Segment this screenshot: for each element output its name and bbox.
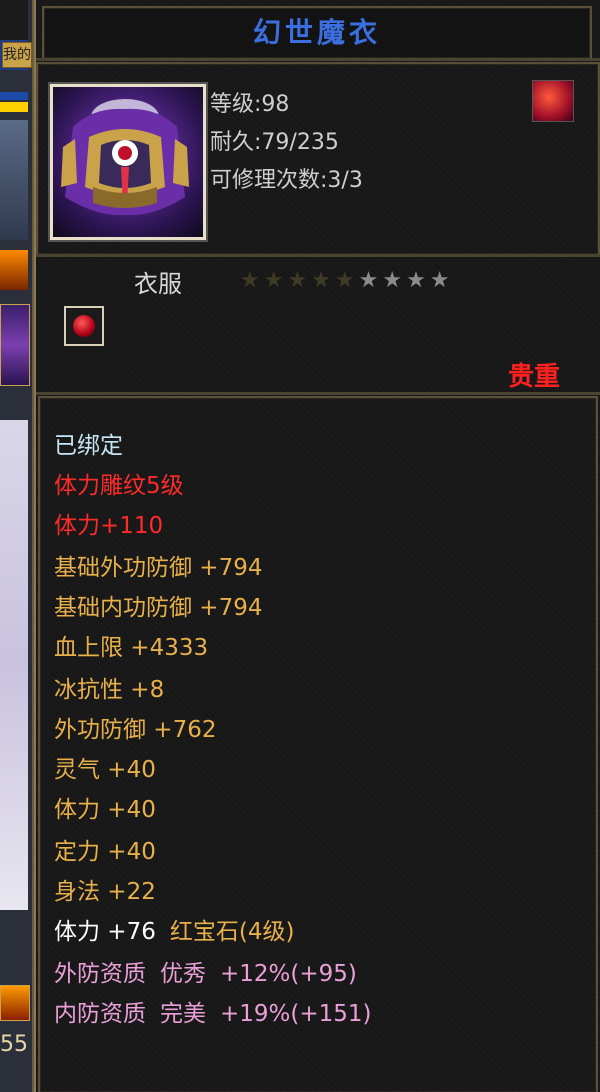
- bound-status: 已绑定: [54, 433, 123, 459]
- robe-icon: [61, 99, 189, 216]
- inner-quality-line: 内防资质 完美 +19%(+151): [54, 994, 372, 1028]
- stat-base-outer-defense: 基础外功防御 +794: [54, 555, 263, 581]
- gem-name: 红宝石(4级): [169, 919, 295, 945]
- background-tab[interactable]: 我的: [2, 42, 32, 68]
- background-skill-icon[interactable]: [0, 985, 30, 1021]
- flame-badge-icon: [532, 80, 574, 122]
- background-fire-icon: [0, 250, 28, 290]
- carve-bonus: 体力+110: [54, 513, 164, 539]
- gem-stat: 体力 +76: [54, 919, 156, 945]
- background-portrait: [0, 304, 30, 386]
- stat-ice-resist: 冰抗性 +8: [54, 677, 165, 703]
- rarity-label: 贵重: [507, 362, 560, 392]
- stat-base-inner-defense: 基础内功防御 +794: [54, 595, 263, 621]
- star-icon-dim: ★★★★★: [240, 268, 359, 293]
- inner-quality-grade: 完美: [160, 1001, 206, 1027]
- divider: [36, 254, 600, 257]
- ruby-gem-icon: [73, 315, 95, 337]
- inner-quality-label: 内防资质: [54, 1001, 146, 1027]
- outer-quality-grade: 优秀: [160, 961, 206, 987]
- background-mana-bar: [0, 92, 28, 100]
- gem-slot-icon: [64, 306, 104, 346]
- outer-quality-value: +12%(+95): [220, 961, 357, 987]
- background-window: [0, 120, 28, 240]
- gem-bonus-line: 体力 +76 红宝石(4级): [54, 912, 294, 946]
- item-icon: [50, 84, 206, 240]
- outer-quality-label: 外防资质: [54, 961, 146, 987]
- background-character: [0, 420, 28, 910]
- item-durability: 耐久:79/235: [210, 130, 339, 155]
- divider: [36, 58, 600, 61]
- background-game-ui: 我的 55: [0, 0, 34, 1092]
- stat-focus: 定力 +40: [54, 839, 156, 865]
- stat-stamina: 体力 +40: [54, 797, 156, 823]
- item-level: 等级:98: [210, 92, 290, 117]
- star-rating: ★★★★★★★★★: [240, 268, 454, 293]
- background-top: [0, 0, 28, 41]
- item-repair-count: 可修理次数:3/3: [210, 168, 363, 193]
- stat-agility: 身法 +22: [54, 879, 156, 905]
- carve-level: 体力雕纹5级: [54, 473, 184, 499]
- title-frame: 幻世魔衣: [42, 6, 592, 60]
- outer-quality-line: 外防资质 优秀 +12%(+95): [54, 954, 357, 988]
- stat-hp-max: 血上限 +4333: [54, 635, 209, 661]
- stat-outer-defense: 外功防御 +762: [54, 717, 217, 743]
- inner-quality-value: +19%(+151): [220, 1001, 372, 1027]
- item-name: 幻世魔衣: [252, 16, 381, 49]
- star-icon-grey: ★★★★: [358, 268, 454, 293]
- item-type: 衣服: [134, 270, 182, 298]
- stat-spirit: 灵气 +40: [54, 757, 156, 783]
- item-tooltip: 幻世魔衣 等级:98 耐久:79/235 可修理次数:3/3 衣服 ★★★★★★…: [34, 0, 600, 1092]
- background-xp-bar: [0, 102, 28, 112]
- background-number: 55: [0, 1032, 28, 1057]
- divider: [36, 392, 600, 395]
